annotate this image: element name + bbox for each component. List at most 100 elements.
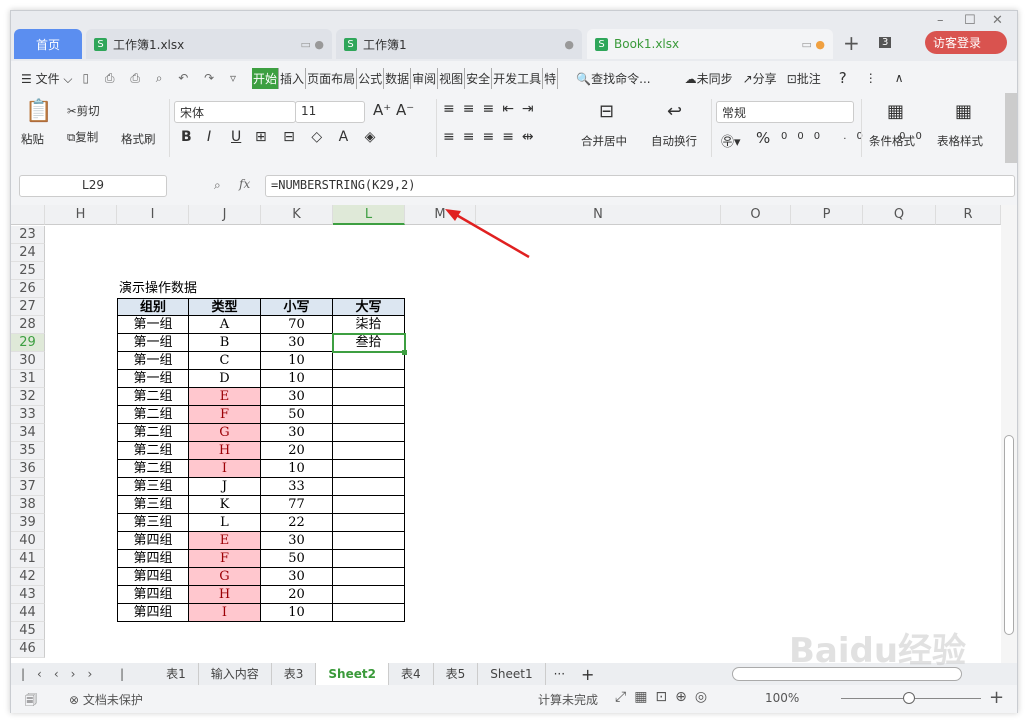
sheet-nav-icons[interactable]: |‹‹›› |	[11, 667, 146, 681]
table-cell[interactable]: 第二组	[117, 388, 189, 406]
select-all-corner[interactable]	[11, 205, 45, 225]
table-cell[interactable]: I	[189, 604, 261, 622]
table-cell[interactable]	[333, 478, 405, 496]
font-size-select[interactable]: 11	[295, 101, 365, 123]
tab-book1-xlsx[interactable]: S Book1.xlsx ▭ ●	[587, 29, 833, 59]
table-cell[interactable]: 50	[261, 550, 333, 568]
table-header-cell[interactable]: 类型	[189, 298, 261, 316]
bold-button[interactable]: B	[181, 129, 192, 145]
table-cell[interactable]	[333, 442, 405, 460]
ribbon-scroll[interactable]	[1005, 93, 1017, 163]
table-cell[interactable]: 第一组	[117, 316, 189, 334]
paste-button[interactable]: 粘贴	[21, 131, 44, 147]
menu-tab-1[interactable]: 插入	[279, 67, 307, 89]
table-cell[interactable]: 第四组	[117, 604, 189, 622]
new-tab-button[interactable]: +	[843, 31, 860, 55]
table-cell[interactable]: 第四组	[117, 550, 189, 568]
window-count-badge[interactable]: 3	[879, 37, 892, 48]
row-header-27[interactable]: 27	[11, 298, 45, 316]
cut-button[interactable]: ✂剪切	[67, 103, 100, 119]
table-cell[interactable]: 77	[261, 496, 333, 514]
tab-workbook1-xlsx[interactable]: S 工作簿1.xlsx ▭ ●	[86, 29, 332, 59]
percent-button[interactable]: %	[756, 129, 770, 147]
row-header-45[interactable]: 45	[11, 622, 45, 640]
row-header-29[interactable]: 29	[11, 334, 45, 352]
table-style-button[interactable]: 表格样式	[937, 133, 983, 149]
table-cell[interactable]: 30	[261, 334, 333, 352]
table-cell[interactable]: 50	[261, 406, 333, 424]
table-cell[interactable]: I	[189, 460, 261, 478]
table-cell[interactable]: G	[189, 424, 261, 442]
sheet-tab[interactable]: 表1	[154, 663, 199, 685]
zoom-slider-handle[interactable]	[903, 692, 915, 704]
row-header-35[interactable]: 35	[11, 442, 45, 460]
menu-tab-5[interactable]: 审阅	[411, 67, 439, 89]
protect-status[interactable]: ⊗ 文档未保护	[69, 691, 143, 708]
row-header-38[interactable]: 38	[11, 496, 45, 514]
row-header-28[interactable]: 28	[11, 316, 45, 334]
column-header-R[interactable]: R	[936, 205, 1001, 225]
table-cell[interactable]	[333, 550, 405, 568]
table-cell[interactable]	[333, 388, 405, 406]
table-cell[interactable]: 第四组	[117, 586, 189, 604]
conditional-format-button[interactable]: 条件格式	[869, 133, 915, 149]
row-header-24[interactable]: 24	[11, 244, 45, 262]
table-cell[interactable]	[333, 532, 405, 550]
row-header-41[interactable]: 41	[11, 550, 45, 568]
font-family-select[interactable]: 宋体	[174, 101, 296, 123]
table-cell[interactable]: G	[189, 568, 261, 586]
menu-tab-0[interactable]: 开始	[252, 67, 280, 89]
table-cell[interactable]: E	[189, 532, 261, 550]
tab-workbook1[interactable]: S 工作簿1 ●	[336, 29, 582, 59]
sheet-tab[interactable]: 表5	[434, 663, 479, 685]
add-sheet-button[interactable]: +	[573, 665, 602, 684]
selected-cell-outline[interactable]	[332, 333, 406, 353]
menu-tab-2[interactable]: 页面布局	[306, 67, 358, 89]
paste-icon[interactable]: 📋	[25, 99, 52, 124]
wrap-text-button[interactable]: 自动换行	[651, 133, 697, 149]
row-header-37[interactable]: 37	[11, 478, 45, 496]
table-header-cell[interactable]: 大写	[333, 298, 405, 316]
table-cell[interactable]: 第二组	[117, 424, 189, 442]
row-header-36[interactable]: 36	[11, 460, 45, 478]
table-cell[interactable]: 33	[261, 478, 333, 496]
login-button[interactable]: 访客登录	[925, 31, 1008, 54]
more-sheets-button[interactable]: ···	[546, 667, 573, 681]
table-cell[interactable]: 10	[261, 460, 333, 478]
table-cell[interactable]	[333, 370, 405, 388]
table-cell[interactable]	[333, 352, 405, 370]
fill-handle[interactable]	[402, 350, 407, 355]
table-cell[interactable]: 10	[261, 352, 333, 370]
column-header-K[interactable]: K	[261, 205, 333, 225]
table-cell[interactable]: 第二组	[117, 406, 189, 424]
vertical-scrollbar[interactable]	[1001, 205, 1017, 663]
name-box[interactable]: L29	[19, 175, 167, 197]
row-header-30[interactable]: 30	[11, 352, 45, 370]
table-cell[interactable]: H	[189, 442, 261, 460]
row-header-31[interactable]: 31	[11, 370, 45, 388]
table-cell[interactable]: 20	[261, 442, 333, 460]
comment-button[interactable]: ⊡批注	[787, 70, 821, 87]
table-cell[interactable]: 22	[261, 514, 333, 532]
table-cell[interactable]: 第三组	[117, 478, 189, 496]
table-cell[interactable]: 第二组	[117, 460, 189, 478]
formula-input[interactable]: =NUMBERSTRING(K29,2)	[265, 175, 1015, 197]
table-cell[interactable]: F	[189, 406, 261, 424]
menu-tab-8[interactable]: 开发工具	[492, 67, 544, 89]
row-header-39[interactable]: 39	[11, 514, 45, 532]
table-cell[interactable]	[333, 424, 405, 442]
sync-button[interactable]: ☁未同步	[685, 70, 733, 87]
row-header-43[interactable]: 43	[11, 586, 45, 604]
menu-tab-7[interactable]: 安全	[465, 67, 493, 89]
view-mode-icons[interactable]: ⤢▦⊡⊕◎	[615, 689, 715, 705]
table-cell[interactable]: 第三组	[117, 496, 189, 514]
menu-tab-9[interactable]: 特	[543, 67, 559, 89]
table-cell[interactable]: 第三组	[117, 514, 189, 532]
close-button[interactable]: ✕	[992, 13, 1003, 28]
table-cell[interactable]: 第四组	[117, 568, 189, 586]
row-header-46[interactable]: 46	[11, 640, 45, 658]
table-cell[interactable]: 10	[261, 370, 333, 388]
row-header-40[interactable]: 40	[11, 532, 45, 550]
column-header-H[interactable]: H	[45, 205, 117, 225]
table-cell[interactable]	[333, 568, 405, 586]
